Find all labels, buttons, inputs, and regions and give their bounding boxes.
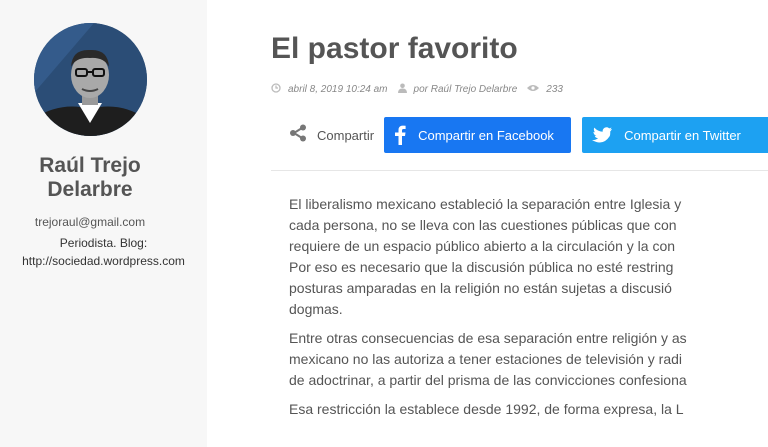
author-sidebar: Raúl Trejo Delarbre trejoraul@gmail.com … bbox=[0, 0, 207, 447]
share-icon bbox=[289, 124, 307, 147]
paragraph-line: cada persona, no se lleva con las cuesti… bbox=[289, 217, 677, 233]
share-bar: Compartir Compartir en Facebook Comparti… bbox=[289, 117, 768, 153]
author-name-line2[interactable]: Delarbre bbox=[0, 178, 180, 202]
user-icon bbox=[397, 83, 407, 96]
share-facebook-label: Compartir en Facebook bbox=[418, 127, 554, 143]
paragraph-line: mexicano no las autoriza a tener estacio… bbox=[289, 351, 682, 367]
paragraph-line: Entre otras consecuencias de esa separac… bbox=[289, 330, 687, 346]
paragraph: Esa restricción la establece desde 1992,… bbox=[289, 399, 768, 420]
paragraph-line: requiere de un espacio público abierto a… bbox=[289, 238, 676, 254]
paragraph-line: de adoctrinar, a partir del prisma de la… bbox=[289, 372, 687, 388]
paragraph: El liberalismo mexicano estableció la se… bbox=[289, 194, 768, 320]
post-title: El pastor favorito bbox=[271, 32, 518, 65]
paragraph: Entre otras consecuencias de esa separac… bbox=[289, 328, 768, 391]
author-avatar bbox=[34, 23, 147, 136]
view-count: 233 bbox=[546, 83, 563, 95]
paragraph-line: El liberalismo mexicano estableció la se… bbox=[289, 196, 682, 212]
clock-icon bbox=[271, 82, 281, 96]
share-facebook-button[interactable]: Compartir en Facebook bbox=[384, 117, 572, 153]
author-blog-link[interactable]: http://sociedad.wordpress.com bbox=[0, 252, 207, 270]
post-meta: abril 8, 2019 10:24 am por Raúl Trejo De… bbox=[271, 81, 563, 97]
author-name[interactable]: Raúl Trejo Delarbre bbox=[0, 154, 180, 202]
share-twitter-button[interactable]: Compartir en Twitter bbox=[582, 117, 768, 153]
post-content: El liberalismo mexicano estableció la se… bbox=[289, 194, 768, 420]
paragraph-line: posturas amparadas en la religión no est… bbox=[289, 280, 672, 296]
share-twitter-label: Compartir en Twitter bbox=[624, 127, 741, 143]
paragraph-line: Esa restricción la establece desde 1992,… bbox=[289, 401, 684, 417]
post-date: abril 8, 2019 10:24 am bbox=[288, 83, 388, 95]
divider bbox=[271, 170, 768, 171]
paragraph-line: Por eso es necesario que la discusión pú… bbox=[289, 259, 674, 275]
share-label: Compartir bbox=[317, 127, 375, 143]
author-name-line1[interactable]: Raúl Trejo bbox=[0, 154, 180, 178]
post-author[interactable]: por Raúl Trejo Delarbre bbox=[414, 84, 518, 95]
eye-icon bbox=[527, 84, 540, 95]
twitter-icon bbox=[592, 127, 613, 143]
author-bio: Periodista. Blog: http://sociedad.wordpr… bbox=[0, 234, 207, 270]
paragraph-line: dogmas. bbox=[289, 301, 343, 317]
author-bio-line1: Periodista. Blog: bbox=[59, 236, 148, 250]
author-email: trejoraul@gmail.com bbox=[34, 215, 146, 229]
facebook-icon bbox=[395, 125, 406, 145]
